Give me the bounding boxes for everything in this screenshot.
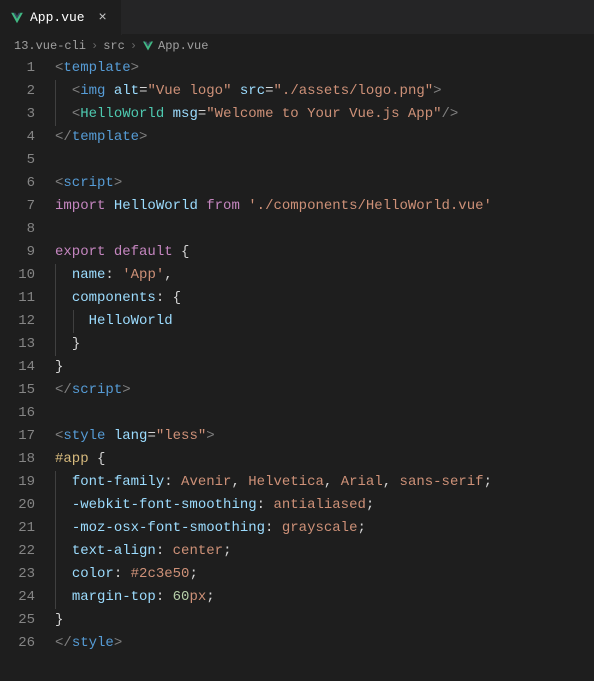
line-number: 12 [0, 310, 35, 333]
line-number: 21 [0, 517, 35, 540]
code-line[interactable]: text-align: center; [55, 540, 594, 563]
vue-icon [10, 11, 24, 25]
code-line[interactable]: HelloWorld [55, 310, 594, 333]
code-line[interactable]: } [55, 609, 594, 632]
vue-icon [142, 40, 154, 52]
editor-tab[interactable]: App.vue × [0, 0, 122, 35]
line-number: 23 [0, 563, 35, 586]
code-editor[interactable]: 1234567891011121314151617181920212223242… [0, 57, 594, 655]
code-line[interactable]: <style lang="less"> [55, 425, 594, 448]
code-line[interactable]: </template> [55, 126, 594, 149]
line-number: 2 [0, 80, 35, 103]
code-line[interactable]: margin-top: 60px; [55, 586, 594, 609]
code-line[interactable]: import HelloWorld from './components/Hel… [55, 195, 594, 218]
line-number: 25 [0, 609, 35, 632]
line-number: 20 [0, 494, 35, 517]
line-number: 26 [0, 632, 35, 655]
line-number: 8 [0, 218, 35, 241]
code-line[interactable] [55, 149, 594, 172]
line-number: 3 [0, 103, 35, 126]
breadcrumb-item[interactable]: App.vue [142, 39, 208, 53]
line-number: 17 [0, 425, 35, 448]
code-line[interactable]: <script> [55, 172, 594, 195]
breadcrumb: 13.vue-cli › src › App.vue [0, 35, 594, 57]
line-number: 9 [0, 241, 35, 264]
line-number: 16 [0, 402, 35, 425]
line-number: 1 [0, 57, 35, 80]
breadcrumb-item[interactable]: src [103, 39, 125, 53]
code-line[interactable]: export default { [55, 241, 594, 264]
line-number: 14 [0, 356, 35, 379]
line-number: 22 [0, 540, 35, 563]
code-line[interactable]: </style> [55, 632, 594, 655]
code-line[interactable] [55, 402, 594, 425]
close-icon[interactable]: × [95, 10, 111, 26]
code-line[interactable]: components: { [55, 287, 594, 310]
line-number: 11 [0, 287, 35, 310]
line-number: 10 [0, 264, 35, 287]
line-number: 13 [0, 333, 35, 356]
code-line[interactable]: -webkit-font-smoothing: antialiased; [55, 494, 594, 517]
line-number: 4 [0, 126, 35, 149]
line-number: 6 [0, 172, 35, 195]
line-gutter: 1234567891011121314151617181920212223242… [0, 57, 55, 655]
code-line[interactable]: } [55, 333, 594, 356]
tab-filename: App.vue [30, 10, 85, 25]
line-number: 7 [0, 195, 35, 218]
code-line[interactable]: <HelloWorld msg="Welcome to Your Vue.js … [55, 103, 594, 126]
tab-bar: App.vue × [0, 0, 594, 35]
line-number: 24 [0, 586, 35, 609]
breadcrumb-item[interactable]: 13.vue-cli [14, 39, 86, 53]
code-line[interactable]: } [55, 356, 594, 379]
code-line[interactable]: name: 'App', [55, 264, 594, 287]
code-line[interactable]: </script> [55, 379, 594, 402]
chevron-right-icon: › [130, 39, 137, 53]
line-number: 5 [0, 149, 35, 172]
code-line[interactable]: font-family: Avenir, Helvetica, Arial, s… [55, 471, 594, 494]
code-line[interactable]: <template> [55, 57, 594, 80]
code-line[interactable] [55, 218, 594, 241]
line-number: 15 [0, 379, 35, 402]
line-number: 18 [0, 448, 35, 471]
code-line[interactable]: -moz-osx-font-smoothing: grayscale; [55, 517, 594, 540]
code-line[interactable]: <img alt="Vue logo" src="./assets/logo.p… [55, 80, 594, 103]
line-number: 19 [0, 471, 35, 494]
code-line[interactable]: #app { [55, 448, 594, 471]
chevron-right-icon: › [91, 39, 98, 53]
code-area[interactable]: <template> <img alt="Vue logo" src="./as… [55, 57, 594, 655]
code-line[interactable]: color: #2c3e50; [55, 563, 594, 586]
